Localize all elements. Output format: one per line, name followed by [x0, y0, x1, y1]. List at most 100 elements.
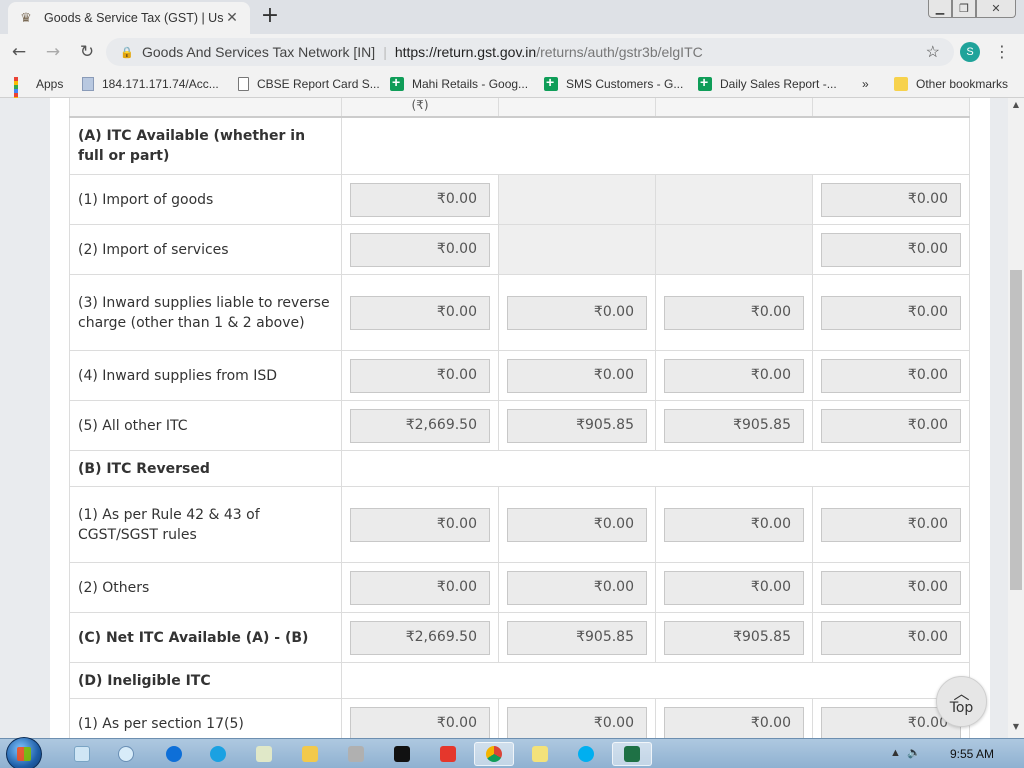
scroll-thumb[interactable]: [1010, 270, 1022, 590]
internet-explorer-taskbar-icon[interactable]: [198, 742, 238, 766]
amount-field[interactable]: ₹0.00: [821, 182, 961, 217]
bookmark-mahi-retails[interactable]: Mahi Retails - Goog...: [390, 74, 528, 93]
amount-cell: ₹0.00: [812, 224, 970, 275]
row-label: (A) ITC Available (whether in full or pa…: [69, 116, 342, 175]
amount-field[interactable]: ₹905.85: [664, 408, 804, 443]
amount-field[interactable]: ₹2,669.50: [350, 408, 490, 443]
scroll-down-icon[interactable]: ▼: [1008, 722, 1024, 736]
profile-avatar[interactable]: S: [960, 42, 980, 62]
close-tab-icon[interactable]: ✕: [224, 10, 240, 26]
amount-field[interactable]: ₹2,669.50: [350, 620, 490, 655]
notes-taskbar-icon[interactable]: [520, 742, 560, 766]
search-taskbar-icon[interactable]: [106, 742, 146, 766]
table-row: (1) As per Rule 42 & 43 of CGST/SGST rul…: [69, 486, 970, 563]
amount-field[interactable]: ₹905.85: [507, 620, 647, 655]
amount-field[interactable]: ₹0.00: [350, 295, 490, 330]
amount-field[interactable]: ₹0.00: [664, 295, 804, 330]
back-arrow-icon[interactable]: ←: [4, 37, 34, 67]
amount-field[interactable]: ₹0.00: [507, 295, 647, 330]
bookmarks-overflow-icon[interactable]: »: [862, 75, 869, 93]
browser-tab[interactable]: ♛ Goods & Service Tax (GST) | User ✕: [8, 2, 250, 34]
amount-field[interactable]: ₹0.00: [821, 232, 961, 267]
amount-field[interactable]: ₹0.00: [350, 706, 490, 738]
taskbar-clock[interactable]: 9:55 AM: [950, 747, 994, 761]
bookmark-other[interactable]: Other bookmarks: [894, 75, 1008, 93]
amount-field[interactable]: ₹0.00: [350, 358, 490, 393]
amount-field[interactable]: ₹0.00: [664, 358, 804, 393]
close-window-button[interactable]: ✕: [976, 0, 1016, 18]
table-row: (2) Others ₹0.00 ₹0.00 ₹0.00 ₹0.00: [69, 562, 970, 613]
scroll-up-icon[interactable]: ▲: [1008, 100, 1024, 114]
reload-icon[interactable]: ↻: [72, 37, 102, 67]
amount-cell: ₹905.85: [655, 400, 813, 451]
header-label-cell: [69, 98, 342, 118]
amount-field[interactable]: ₹0.00: [664, 570, 804, 605]
windows-taskbar: ▲ 🔈 9:55 AM: [0, 737, 1024, 768]
bookmark-star-icon[interactable]: ☆: [926, 42, 940, 62]
start-button[interactable]: [6, 737, 42, 768]
amount-field[interactable]: ₹0.00: [664, 507, 804, 542]
row-label: (3) Inward supplies liable to reverse ch…: [69, 274, 342, 351]
amount-cell: ₹0.00: [341, 224, 499, 275]
amount-field[interactable]: ₹0.00: [664, 706, 804, 738]
amount-field[interactable]: ₹0.00: [507, 570, 647, 605]
amount-field[interactable]: ₹0.00: [821, 295, 961, 330]
minimize-window-button[interactable]: ▁: [928, 0, 952, 18]
anydesk-taskbar-icon[interactable]: [428, 742, 468, 766]
lock-icon[interactable]: 🔒: [120, 46, 134, 59]
amount-cell: ₹905.85: [498, 400, 656, 451]
amount-cell: ₹0.00: [812, 400, 970, 451]
bookmark-daily-sales[interactable]: Daily Sales Report -...: [698, 74, 837, 93]
amount-field[interactable]: ₹0.00: [350, 570, 490, 605]
chrome-taskbar-icon[interactable]: [474, 742, 514, 766]
bookmark-ip-account[interactable]: 184.171.171.74/Acc...: [82, 75, 219, 93]
amount-field[interactable]: ₹0.00: [350, 232, 490, 267]
command-prompt-taskbar-icon[interactable]: [382, 742, 422, 766]
disabled-cell: [498, 174, 656, 225]
restore-window-button[interactable]: ❐: [952, 0, 976, 18]
back-to-top-button[interactable]: ︿ Top: [936, 676, 987, 727]
amount-field[interactable]: ₹0.00: [507, 358, 647, 393]
tools-taskbar-icon[interactable]: [336, 742, 376, 766]
browser-menu-icon[interactable]: ⋮: [994, 42, 1010, 62]
teamviewer-taskbar-icon[interactable]: [154, 742, 194, 766]
header-cell: [812, 98, 970, 118]
amount-field[interactable]: ₹0.00: [821, 507, 961, 542]
amount-field[interactable]: ₹905.85: [664, 620, 804, 655]
row-label: (5) All other ITC: [69, 400, 342, 451]
excel-taskbar-icon[interactable]: [612, 742, 652, 766]
amount-field[interactable]: ₹0.00: [821, 358, 961, 393]
bookmark-cbse-report[interactable]: CBSE Report Card S...: [238, 75, 380, 93]
browser-toolbar: ← → ↻ 🔒 Goods And Services Tax Network […: [0, 34, 1024, 70]
address-bar[interactable]: 🔒 Goods And Services Tax Network [IN] | …: [106, 38, 954, 66]
skype-taskbar-icon[interactable]: [566, 742, 606, 766]
amount-cell: ₹0.00: [498, 350, 656, 401]
row-label: (C) Net ITC Available (A) - (B): [69, 612, 342, 663]
amount-field[interactable]: ₹0.00: [507, 507, 647, 542]
table-section-row: (D) Ineligible ITC: [69, 662, 970, 699]
notepad-taskbar-icon[interactable]: [62, 742, 102, 766]
amount-field[interactable]: ₹0.00: [821, 408, 961, 443]
header-cell: [655, 98, 813, 118]
control-panel-taskbar-icon[interactable]: [244, 742, 284, 766]
bookmark-label: Daily Sales Report -...: [720, 77, 837, 91]
bookmark-label: Other bookmarks: [916, 77, 1009, 91]
amount-field[interactable]: ₹0.00: [821, 620, 961, 655]
amount-field[interactable]: ₹905.85: [507, 408, 647, 443]
new-tab-button[interactable]: +: [258, 5, 282, 28]
table-row: (1) Import of goods ₹0.00 ₹0.00: [69, 174, 970, 225]
amount-field[interactable]: ₹0.00: [821, 570, 961, 605]
row-label: (2) Others: [69, 562, 342, 613]
forward-arrow-icon[interactable]: →: [38, 37, 68, 67]
header-fragment: (₹): [411, 98, 429, 113]
amount-field[interactable]: ₹0.00: [350, 182, 490, 217]
amount-field[interactable]: ₹0.00: [350, 507, 490, 542]
bookmark-sms-customers[interactable]: SMS Customers - G...: [544, 74, 683, 93]
disabled-cell: [655, 224, 813, 275]
system-tray-icons[interactable]: ▲ 🔈: [890, 746, 921, 759]
vertical-scrollbar[interactable]: ▲ ▼: [1008, 98, 1024, 738]
header-cell: (₹): [341, 98, 499, 118]
file-explorer-taskbar-icon[interactable]: [290, 742, 330, 766]
bookmark-apps[interactable]: Apps: [14, 75, 63, 113]
amount-field[interactable]: ₹0.00: [507, 706, 647, 738]
